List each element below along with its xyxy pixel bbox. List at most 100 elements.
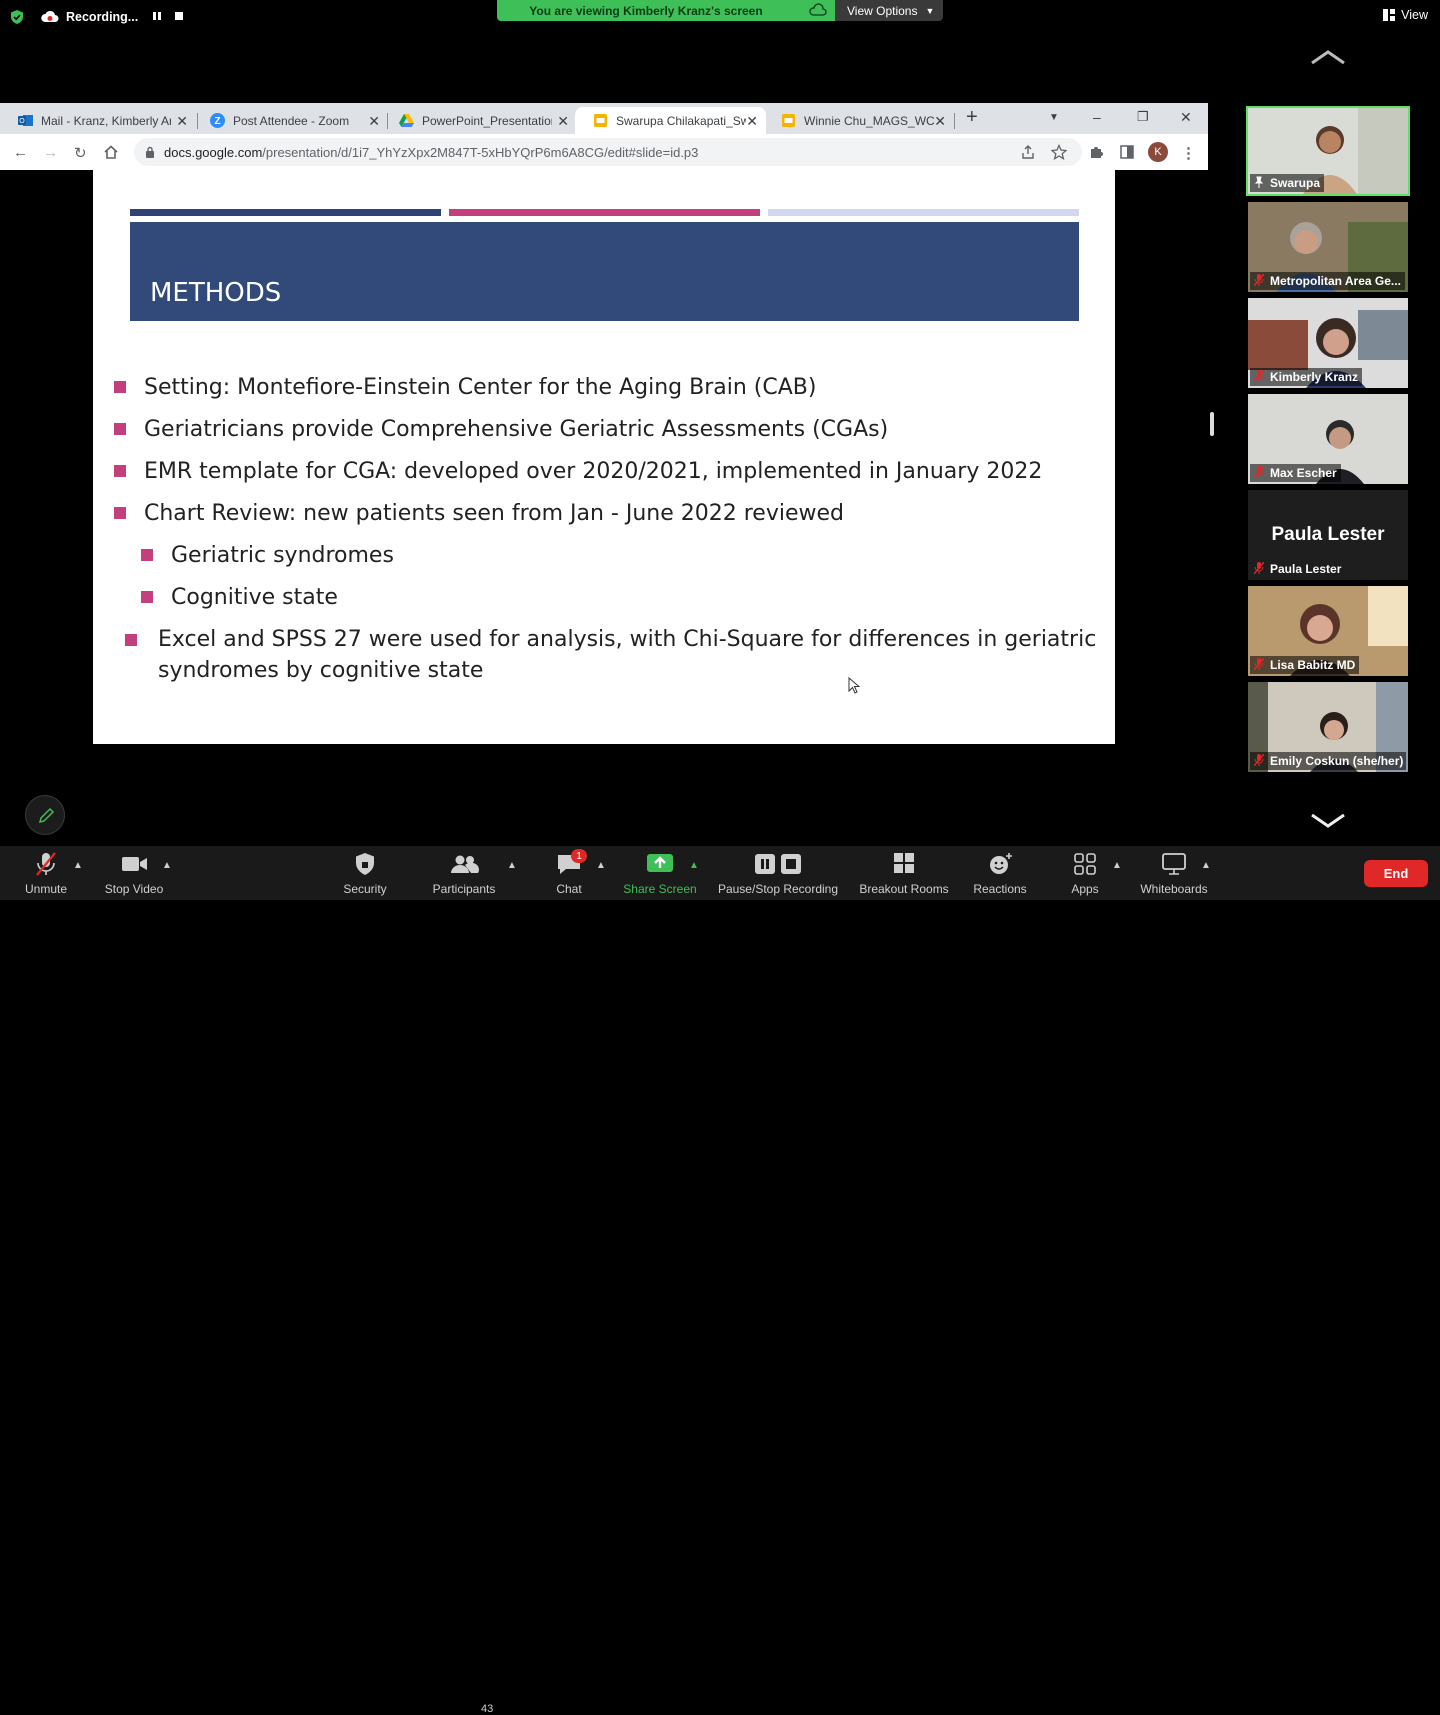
address-bar[interactable]: docs.google.com/presentation/d/1i7_YhYzX… <box>134 138 1082 166</box>
bullet-square <box>125 634 137 646</box>
view-button[interactable]: View <box>1383 8 1428 22</box>
decor-bar-magenta <box>449 209 760 216</box>
gallery-scroll-up-icon[interactable] <box>1309 48 1347 66</box>
home-icon[interactable] <box>103 144 119 160</box>
browser-tab[interactable]: Z Post Attendee - Zoom ✕ <box>192 107 388 134</box>
profile-avatar[interactable]: K <box>1148 142 1168 162</box>
annotate-button[interactable] <box>25 795 65 835</box>
apps-options-caret-icon[interactable]: ▲ <box>1112 860 1122 871</box>
screen-share-banner: You are viewing Kimberly Kranz's screen <box>497 0 835 21</box>
tab-title: PowerPoint_Presentation <box>422 113 552 128</box>
tab-title: Post Attendee - Zoom <box>233 113 350 128</box>
browser-tab[interactable]: Winnie Chu_MAGS_WC.p ✕ <box>763 107 954 134</box>
close-tab-icon[interactable]: ✕ <box>934 113 946 130</box>
share-icon[interactable] <box>1020 144 1036 160</box>
unmute-button[interactable]: Unmute <box>22 852 70 896</box>
restore-icon[interactable]: ❐ <box>1137 109 1149 125</box>
close-tab-icon[interactable]: ✕ <box>746 113 758 130</box>
browser-tab-active[interactable]: Swarupa Chilakapati_Swa ✕ <box>575 107 766 134</box>
video-off-name: Paula Lester <box>1271 524 1385 545</box>
participants-button[interactable]: Participants <box>428 852 500 896</box>
google-slides-icon <box>594 114 607 127</box>
browser-tab[interactable]: O Mail - Kranz, Kimberly An ✕ <box>0 107 196 134</box>
stop-video-button[interactable]: Stop Video <box>100 852 168 896</box>
slide-sub-bullet: Geriatric syndromes <box>171 543 394 568</box>
share-screen-button[interactable]: Share Screen <box>618 852 702 896</box>
close-tab-icon[interactable]: ✕ <box>176 113 188 130</box>
chat-unread-badge: 1 <box>571 849 587 863</box>
apps-button[interactable]: Apps <box>1064 852 1106 896</box>
lock-icon <box>146 146 154 158</box>
stop-recording-icon[interactable] <box>173 10 185 22</box>
end-meeting-button[interactable]: End <box>1364 860 1428 887</box>
participant-tile[interactable]: Lisa Babitz MD <box>1248 586 1408 676</box>
video-options-caret-icon[interactable]: ▲ <box>162 860 172 871</box>
breakout-rooms-button[interactable]: Breakout Rooms <box>856 852 952 896</box>
browser-tab-bar: O Mail - Kranz, Kimberly An ✕ Z Post Att… <box>0 103 1208 134</box>
slide-bullet: EMR template for CGA: developed over 202… <box>144 459 1043 484</box>
participant-tile[interactable]: Paula Lester Paula Lester <box>1248 490 1408 580</box>
whiteboards-button[interactable]: Whiteboards <box>1137 852 1211 896</box>
new-tab-icon[interactable]: + <box>966 106 978 129</box>
extensions-puzzle-icon[interactable] <box>1089 144 1105 160</box>
slide-title: METHODS <box>150 278 282 308</box>
pause-stop-recording-label: Pause/Stop Recording <box>717 882 839 896</box>
participant-tile[interactable]: Emily Coskun (she/her) <box>1248 682 1408 772</box>
panel-resize-handle[interactable] <box>1210 412 1214 436</box>
outlook-icon: O <box>18 115 33 126</box>
participant-tile[interactable]: Kimberly Kranz <box>1248 298 1408 388</box>
security-shield-icon <box>356 853 374 875</box>
share-screen-icon <box>647 854 673 872</box>
reload-icon[interactable]: ↻ <box>74 144 87 162</box>
muted-mic-icon <box>1254 370 1264 382</box>
forward-arrow-icon[interactable]: → <box>43 144 58 161</box>
reactions-button[interactable]: Reactions <box>970 852 1030 896</box>
muted-mic-icon <box>36 852 56 876</box>
google-slides-icon <box>782 114 795 127</box>
participants-label: Participants <box>432 882 496 896</box>
security-shield-icon <box>11 10 23 24</box>
audio-options-caret-icon[interactable]: ▲ <box>73 860 83 871</box>
view-options-button[interactable]: View Options ▼ <box>835 0 943 21</box>
gallery-scroll-down-icon[interactable] <box>1309 812 1347 830</box>
participant-count: 43 <box>481 1703 494 1715</box>
browser-tab[interactable]: PowerPoint_Presentation ✕ <box>381 107 577 134</box>
participant-tile[interactable]: Max Escher <box>1248 394 1408 484</box>
bullet-square <box>114 507 126 519</box>
participant-tile[interactable]: Metropolitan Area Ge... <box>1248 202 1408 292</box>
bookmark-star-icon[interactable] <box>1051 144 1067 160</box>
cloud-icon <box>809 3 827 16</box>
recording-indicator: Recording... <box>40 8 138 26</box>
recording-label: Recording... <box>66 10 139 24</box>
close-tab-icon[interactable]: ✕ <box>368 113 380 130</box>
participants-options-caret-icon[interactable]: ▲ <box>507 860 517 871</box>
close-tab-icon[interactable]: ✕ <box>557 113 569 130</box>
mouse-cursor-icon <box>848 677 860 694</box>
close-window-icon[interactable]: ✕ <box>1180 109 1192 126</box>
tab-title: Swarupa Chilakapati_Swa <box>616 113 746 128</box>
svg-text:Z: Z <box>214 116 220 127</box>
cloud-recording-icon <box>41 10 59 22</box>
minimize-icon[interactable]: – <box>1093 109 1101 125</box>
chat-options-caret-icon[interactable]: ▲ <box>596 860 606 871</box>
security-button[interactable]: Security <box>337 852 393 896</box>
decor-bar-lavender <box>768 209 1079 216</box>
apps-icon <box>1074 853 1096 875</box>
share-options-caret-icon[interactable]: ▲ <box>689 860 699 871</box>
google-drive-icon <box>399 114 414 127</box>
slide-bullet-line: syndromes by cognitive state <box>158 658 484 683</box>
whiteboards-options-caret-icon[interactable]: ▲ <box>1201 860 1211 871</box>
whiteboard-icon <box>1162 853 1186 875</box>
tab-search-chevron-icon[interactable]: ▼ <box>1049 112 1059 123</box>
chat-label: Chat <box>556 882 582 896</box>
pause-stop-recording-button[interactable]: Pause/Stop Recording <box>714 852 842 896</box>
view-label: View <box>1401 8 1428 22</box>
side-panel-icon[interactable] <box>1119 144 1135 160</box>
tab-title: Mail - Kranz, Kimberly An <box>41 113 171 128</box>
participant-tile[interactable]: Swarupa <box>1246 106 1410 196</box>
more-menu-icon[interactable]: ⋮ <box>1181 144 1196 162</box>
pause-recording-icon[interactable] <box>151 10 163 22</box>
participant-name: Metropolitan Area Ge... <box>1250 272 1405 290</box>
back-arrow-icon[interactable]: ← <box>13 144 28 161</box>
sub-bullet-square <box>141 591 153 603</box>
